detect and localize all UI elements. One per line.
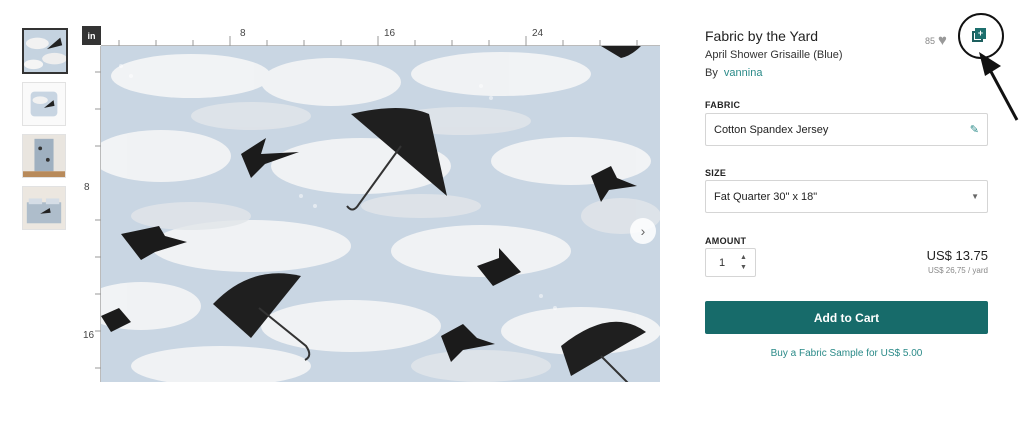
size-value: Fat Quarter 30" x 18": [714, 190, 818, 203]
design-name: April Shower Grisaille (Blue): [705, 49, 843, 61]
increment-icon[interactable]: ▲: [740, 253, 747, 263]
thumbnail-curtain[interactable]: [22, 134, 66, 178]
ruler-label-8: 8: [240, 28, 246, 39]
quantity-value[interactable]: 1: [706, 257, 740, 269]
fabric-value: Cotton Spandex Jersey: [714, 123, 829, 136]
ruler-top: 8 16 24: [101, 26, 660, 46]
ruler-label-16: 16: [384, 28, 396, 39]
size-label: SIZE: [705, 168, 727, 178]
favorite-button[interactable]: 85 ♥: [925, 32, 947, 49]
next-image-button[interactable]: ›: [630, 218, 656, 244]
thumbnail-fabric-swatch[interactable]: [22, 28, 68, 74]
ruler-left: 8 16: [82, 46, 101, 382]
decrement-icon[interactable]: ▼: [740, 263, 747, 273]
add-to-cart-button[interactable]: Add to Cart: [705, 301, 988, 334]
thumbnail-duvet[interactable]: [22, 186, 66, 230]
fabric-select[interactable]: Cotton Spandex Jersey ✎: [705, 113, 988, 146]
buy-sample-link[interactable]: Buy a Fabric Sample for US$ 5.00: [705, 348, 988, 359]
designer-link[interactable]: vannina: [724, 67, 763, 79]
price-per-yard: US$ 26,75 / yard: [927, 266, 988, 275]
size-select[interactable]: Fat Quarter 30" x 18" ▼: [705, 180, 988, 213]
add-to-collection-icon[interactable]: +: [972, 28, 986, 42]
quantity-stepper[interactable]: 1 ▲ ▼: [705, 248, 756, 277]
unit-badge: in: [82, 26, 101, 45]
product-panel: Fabric by the Yard April Shower Grisaill…: [705, 28, 988, 359]
fabric-label: FABRIC: [705, 100, 741, 110]
thumbnail-list: [22, 28, 70, 238]
thumbnail-pillow[interactable]: [22, 82, 66, 126]
ruler-label-24: 24: [532, 28, 544, 39]
by-label: By: [705, 67, 718, 79]
pencil-icon[interactable]: ✎: [970, 123, 979, 136]
chevron-down-icon: ▼: [971, 192, 979, 201]
designer-byline: By vannina: [705, 67, 988, 79]
favorites-count: 85: [925, 35, 936, 46]
fabric-preview-image: ›: [101, 46, 660, 382]
ruler-label-left-16: 16: [83, 330, 95, 341]
ruler-label-left-8: 8: [84, 182, 90, 193]
heart-icon[interactable]: ♥: [938, 32, 947, 49]
total-price: US$ 13.75: [926, 248, 988, 263]
fabric-viewer: in 8 16 24 8 16 ›: [82, 26, 660, 382]
amount-label: AMOUNT: [705, 236, 747, 246]
